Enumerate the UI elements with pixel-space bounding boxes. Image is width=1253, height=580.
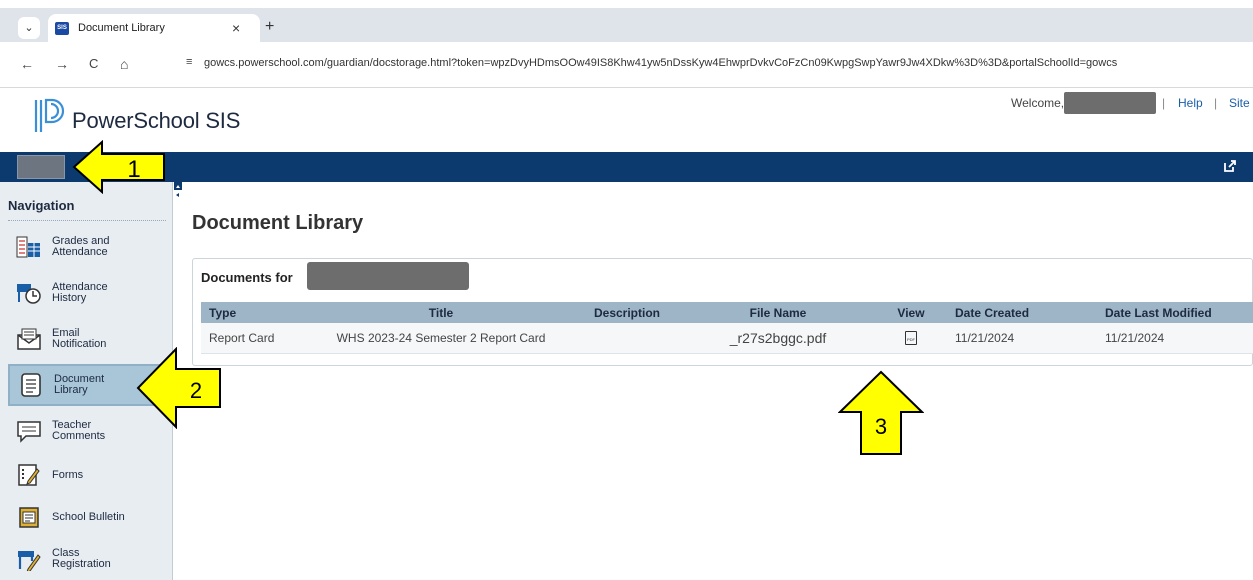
column-header-date-created: Date Created bbox=[947, 302, 1097, 323]
reload-icon[interactable]: C bbox=[89, 56, 98, 71]
address-bar-row: ← → C ⌂ ≡ gowcs.powerschool.com/guardian… bbox=[0, 42, 1253, 88]
url-field[interactable]: gowcs.powerschool.com/guardian/docstorag… bbox=[204, 57, 1117, 69]
cell-file-name: _r27s2bggc.pdf bbox=[681, 323, 875, 354]
student-bar bbox=[0, 152, 1253, 182]
documents-table: Type Title Description File Name View Da… bbox=[201, 302, 1253, 354]
cell-view: PDF bbox=[875, 323, 947, 354]
table-row: Report Card WHS 2023-24 Semester 2 Repor… bbox=[201, 323, 1253, 354]
pdf-icon[interactable]: PDF bbox=[905, 331, 917, 346]
site-link[interactable]: Site bbox=[1229, 96, 1250, 110]
sidebar-item-attendance-history[interactable]: Attendance History bbox=[8, 272, 170, 314]
popout-icon[interactable] bbox=[1223, 159, 1237, 173]
annotation-label-2: 2 bbox=[190, 378, 202, 403]
page-title: Document Library bbox=[192, 212, 364, 234]
sidebar-item-label: Attendance History bbox=[52, 281, 108, 304]
help-link[interactable]: Help bbox=[1178, 96, 1203, 110]
browser-tab-strip: ⌄ SIS Document Library × + bbox=[0, 8, 1253, 44]
forms-icon bbox=[14, 460, 44, 490]
column-header-file-name: File Name bbox=[681, 302, 875, 323]
favicon-icon: SIS bbox=[55, 22, 69, 35]
sidebar-item-grades-and-attendance[interactable]: Grades and Attendance bbox=[8, 226, 170, 268]
comments-icon bbox=[14, 416, 44, 446]
column-header-view: View bbox=[875, 302, 947, 323]
sidebar-collapse-handle[interactable] bbox=[173, 182, 182, 204]
sidebar-item-school-bulletin[interactable]: School Bulletin bbox=[8, 496, 170, 538]
sidebar-item-class-registration[interactable]: Class Registration bbox=[8, 538, 170, 580]
tab-title: Document Library bbox=[78, 22, 165, 34]
cell-date-created: 11/21/2024 bbox=[947, 323, 1097, 354]
site-info-icon[interactable]: ≡ bbox=[186, 56, 192, 68]
cell-title: WHS 2023-24 Semester 2 Report Card bbox=[309, 323, 573, 354]
sidebar-item-forms[interactable]: Forms bbox=[8, 454, 170, 496]
header-separator: | bbox=[1214, 96, 1218, 110]
cell-description bbox=[573, 323, 681, 354]
tab-search-button[interactable]: ⌄ bbox=[18, 17, 40, 39]
redacted-username bbox=[1064, 92, 1156, 114]
student-tab-redacted[interactable] bbox=[17, 155, 65, 179]
browser-tab[interactable]: SIS Document Library × bbox=[48, 14, 260, 44]
sidebar-item-label: Email Notification bbox=[52, 327, 107, 350]
divider bbox=[8, 220, 166, 221]
navigation-heading: Navigation bbox=[8, 198, 75, 213]
cell-date-modified: 11/21/2024 bbox=[1097, 323, 1253, 354]
sidebar-item-label: Forms bbox=[52, 468, 84, 481]
email-icon bbox=[14, 324, 44, 354]
document-icon bbox=[16, 370, 46, 400]
column-header-description: Description bbox=[573, 302, 681, 323]
annotation-arrow-1: 1 bbox=[72, 140, 165, 194]
screenshot-frame: { "browser": { "tab_title": "Document Li… bbox=[0, 0, 1253, 580]
column-header-date-modified: Date Last Modified bbox=[1097, 302, 1253, 323]
home-icon[interactable]: ⌂ bbox=[120, 56, 128, 72]
bulletin-icon bbox=[14, 502, 44, 532]
redacted-student-name bbox=[307, 262, 469, 290]
sidebar-item-label: Grades and Attendance bbox=[52, 235, 110, 258]
column-header-type: Type bbox=[201, 302, 309, 323]
app-header: PowerSchool SIS Welcome, | Help | Site bbox=[0, 88, 1253, 152]
grades-icon bbox=[14, 232, 44, 262]
new-tab-icon[interactable]: + bbox=[265, 18, 274, 36]
forward-icon[interactable]: → bbox=[55, 56, 69, 72]
sidebar-item-label: School Bulletin bbox=[52, 510, 125, 523]
registration-icon bbox=[14, 544, 44, 574]
documents-panel: Documents for Type Title Description Fil… bbox=[192, 258, 1253, 366]
annotation-label-1: 1 bbox=[127, 156, 140, 183]
powerschool-logo-icon bbox=[34, 98, 65, 132]
annotation-arrow-3: 3 bbox=[838, 370, 924, 455]
documents-for-label: Documents for bbox=[201, 270, 293, 285]
app-name: PowerSchool SIS bbox=[72, 108, 241, 133]
back-icon[interactable]: ← bbox=[20, 56, 34, 72]
welcome-label: Welcome, bbox=[1011, 96, 1065, 110]
sidebar-item-label: Document Library bbox=[54, 373, 105, 396]
close-tab-icon[interactable]: × bbox=[232, 20, 240, 36]
header-separator: | bbox=[1162, 96, 1166, 110]
main-content: Document Library Documents for Type Titl… bbox=[182, 182, 1253, 580]
sidebar-item-label: Class Registration bbox=[52, 547, 111, 570]
annotation-label-3: 3 bbox=[875, 414, 887, 439]
table-header-row: Type Title Description File Name View Da… bbox=[201, 302, 1253, 323]
annotation-arrow-2: 2 bbox=[136, 347, 221, 429]
attendance-history-icon bbox=[14, 278, 44, 308]
column-header-title: Title bbox=[309, 302, 573, 323]
sidebar-item-label: Teacher Comments bbox=[52, 419, 106, 442]
